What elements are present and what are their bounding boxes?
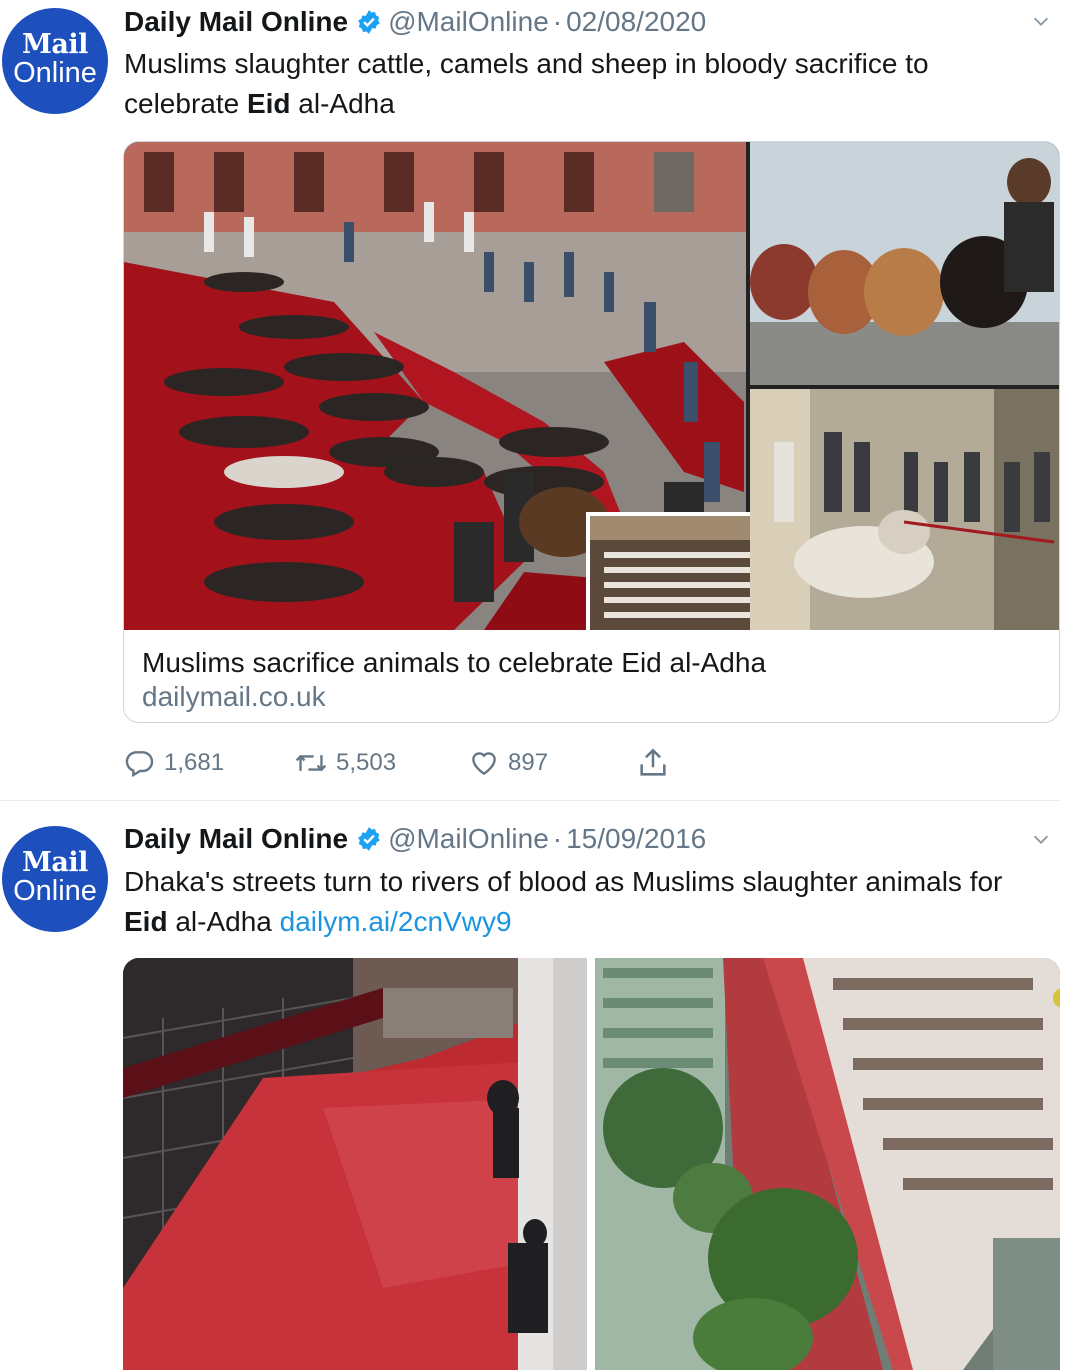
retweet-icon xyxy=(295,754,327,772)
tweet-header: Daily Mail Online @MailOnline · 02/08/20… xyxy=(124,2,706,42)
reply-button[interactable]: 1,681 xyxy=(124,743,224,783)
avatar[interactable]: Mail Online xyxy=(2,826,108,932)
tweet-link[interactable]: dailym.ai/2cnVwy9 xyxy=(280,906,512,937)
card-body[interactable]: Muslims sacrifice animals to celebrate E… xyxy=(124,630,1059,722)
tweet-text-part: al-Adha xyxy=(167,906,280,937)
author-name[interactable]: Daily Mail Online xyxy=(124,823,348,855)
tweet-text-bold: Eid xyxy=(124,906,168,937)
tweet-media-photos xyxy=(123,958,1060,1370)
retweet-count: 5,503 xyxy=(336,749,397,776)
chevron-down-icon[interactable] xyxy=(1030,10,1052,32)
tweet-media[interactable] xyxy=(123,958,1060,1370)
like-button[interactable]: 897 xyxy=(468,743,548,783)
author-handle[interactable]: @MailOnline xyxy=(388,6,549,38)
card-domain: dailymail.co.uk xyxy=(142,681,326,712)
reply-count: 1,681 xyxy=(164,749,225,776)
like-count: 897 xyxy=(508,749,549,776)
tweet-text-part: al-Adha xyxy=(290,88,395,119)
tweet-date[interactable]: 15/09/2016 xyxy=(566,823,706,855)
card-title[interactable]: Muslims sacrifice animals to celebrate E… xyxy=(142,646,1041,680)
reply-icon xyxy=(125,751,154,778)
tweet-actions: 1,681 5,503 897 xyxy=(124,743,684,783)
author-name[interactable]: Daily Mail Online xyxy=(124,6,348,38)
card-image-collage xyxy=(124,142,1059,630)
avatar-logo-online: Online xyxy=(13,875,97,907)
tweet-text: Dhaka's streets turn to rivers of blood … xyxy=(124,862,1044,942)
share-icon xyxy=(640,748,666,776)
avatar-logo-mail: Mail xyxy=(22,847,88,878)
tweet-divider xyxy=(0,800,1060,801)
verified-badge-icon xyxy=(358,827,380,851)
avatar[interactable]: Mail Online xyxy=(2,8,108,114)
author-handle[interactable]: @MailOnline xyxy=(388,823,549,855)
share-button[interactable] xyxy=(636,743,678,783)
avatar-logo-online: Online xyxy=(13,57,97,89)
chevron-down-icon[interactable] xyxy=(1030,828,1052,850)
card-image[interactable] xyxy=(124,142,1059,630)
tweet-text-part: Dhaka's streets turn to rivers of blood … xyxy=(124,866,1003,897)
verified-badge-icon xyxy=(358,10,380,34)
tweet-text-bold: Eid xyxy=(246,88,291,119)
avatar-logo-mail: Mail xyxy=(22,29,88,60)
separator-dot: · xyxy=(552,823,563,854)
tweet-header: Daily Mail Online @MailOnline · 15/09/20… xyxy=(124,819,706,859)
tweet[interactable]: Mail Online Daily Mail Online @MailOnlin… xyxy=(0,0,1066,800)
tweet-text: Muslims slaughter cattle, camels and she… xyxy=(124,44,1044,124)
tweet-text-part: Muslims slaughter cattle, camels and she… xyxy=(124,48,929,119)
link-card[interactable]: Muslims sacrifice animals to celebrate E… xyxy=(123,141,1060,723)
tweet-date[interactable]: 02/08/2020 xyxy=(566,6,706,38)
retweet-button[interactable]: 5,503 xyxy=(294,743,396,783)
heart-icon xyxy=(472,752,496,776)
separator-dot: · xyxy=(552,6,563,37)
